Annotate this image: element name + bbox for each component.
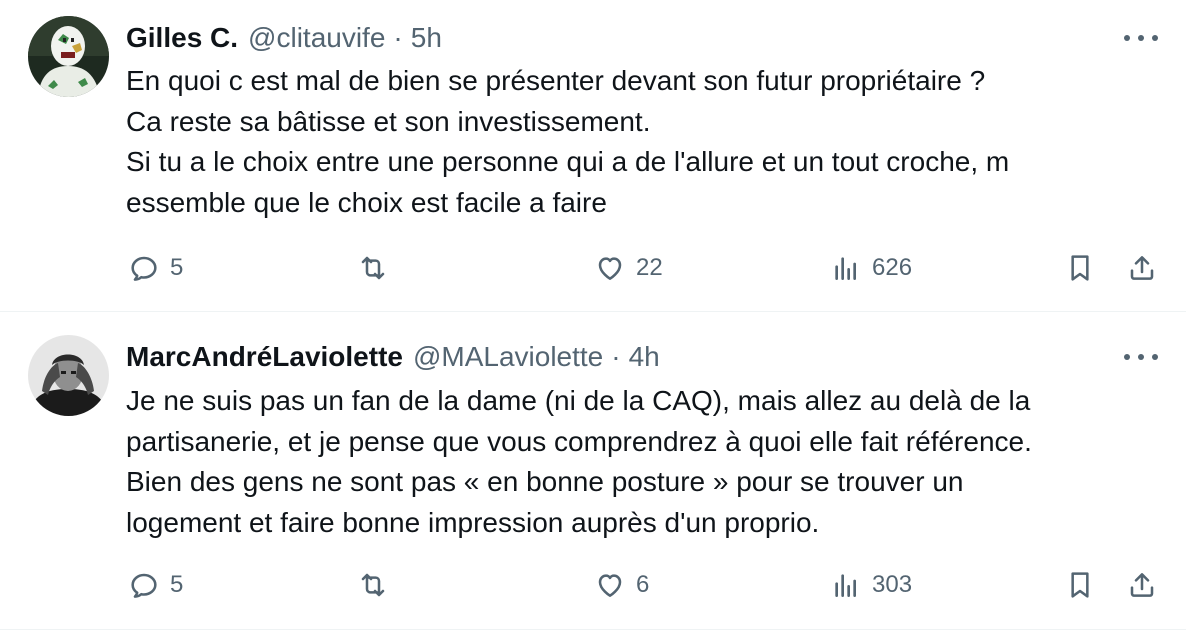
avatar[interactable] bbox=[28, 335, 109, 416]
author-handle[interactable]: @clitauvife bbox=[248, 22, 385, 54]
views-icon bbox=[835, 574, 856, 597]
share-icon bbox=[1130, 256, 1154, 280]
like-icon bbox=[598, 257, 622, 280]
reply-count: 5 bbox=[170, 254, 184, 281]
like-count: 6 bbox=[636, 571, 650, 598]
like-button[interactable]: 6 bbox=[594, 565, 649, 605]
bookmark-button[interactable] bbox=[1064, 565, 1096, 605]
author-name[interactable]: MarcAndréLaviolette bbox=[126, 341, 403, 373]
bookmark-icon bbox=[1071, 255, 1089, 281]
retweet-icon bbox=[361, 256, 385, 280]
like-button[interactable]: 22 bbox=[594, 248, 663, 288]
reply-count: 5 bbox=[170, 571, 184, 598]
tweet-text-line: logement et faire bonne impression auprè… bbox=[126, 506, 820, 538]
reply-icon bbox=[131, 256, 157, 281]
tweet-text-line: Bien des gens ne sont pas « en bonne pos… bbox=[126, 466, 964, 497]
more-icon[interactable] bbox=[1124, 28, 1158, 48]
timestamp[interactable]: 4h bbox=[629, 341, 660, 373]
like-count: 22 bbox=[636, 254, 663, 281]
share-icon bbox=[1130, 573, 1154, 597]
timestamp[interactable]: 5h bbox=[411, 22, 442, 54]
tweet-header: Gilles C. @clitauvife · 5h bbox=[126, 20, 442, 56]
avatar[interactable] bbox=[28, 16, 109, 97]
bookmark-icon bbox=[1071, 572, 1089, 598]
tweet-text: En quoi c est mal de bien se présenter d… bbox=[126, 61, 1156, 223]
author-name[interactable]: Gilles C. bbox=[126, 22, 238, 54]
tweet-text-line: essemble que le choix est facile a faire bbox=[126, 186, 607, 218]
tweet-text-line: Je ne suis pas un fan de la dame (ni de … bbox=[126, 385, 1031, 416]
views-button[interactable]: 303 bbox=[830, 565, 912, 605]
like-icon bbox=[598, 574, 622, 597]
tweet-text-line: partisanerie, et je pense que vous compr… bbox=[126, 425, 1032, 457]
tweet[interactable]: MarcAndréLaviolette @MALaviolette · 4h J… bbox=[0, 313, 1186, 630]
tweet-text: Je ne suis pas un fan de la dame (ni de … bbox=[126, 381, 1156, 543]
views-button[interactable]: 626 bbox=[830, 248, 912, 288]
reply-button[interactable]: 5 bbox=[128, 248, 183, 288]
separator-dot: · bbox=[393, 22, 403, 53]
retweet-button[interactable] bbox=[357, 248, 399, 288]
tweet-text-line: En quoi c est mal de bien se présenter d… bbox=[126, 65, 986, 96]
action-bar: 5 22 626 bbox=[0, 248, 1186, 288]
tweet[interactable]: Gilles C. @clitauvife · 5h En quoi c est… bbox=[0, 0, 1186, 312]
tweet-text-line: Ca reste sa bâtisse et son investissemen… bbox=[126, 105, 651, 137]
author-handle[interactable]: @MALaviolette bbox=[413, 341, 603, 373]
separator-dot: · bbox=[611, 341, 621, 372]
retweet-button[interactable] bbox=[357, 565, 399, 605]
views-icon bbox=[835, 257, 856, 280]
share-button[interactable] bbox=[1126, 565, 1158, 605]
reply-button[interactable]: 5 bbox=[128, 565, 183, 605]
share-button[interactable] bbox=[1126, 248, 1158, 288]
action-bar: 5 6 303 bbox=[0, 565, 1186, 605]
tweet-text-line: Si tu a le choix entre une personne qui … bbox=[126, 146, 1010, 177]
views-count: 303 bbox=[872, 571, 913, 598]
reply-icon bbox=[131, 573, 157, 598]
more-icon[interactable] bbox=[1124, 347, 1158, 367]
views-count: 626 bbox=[872, 254, 913, 281]
tweet-header: MarcAndréLaviolette @MALaviolette · 4h bbox=[126, 339, 660, 375]
bookmark-button[interactable] bbox=[1064, 248, 1096, 288]
retweet-icon bbox=[361, 573, 385, 597]
